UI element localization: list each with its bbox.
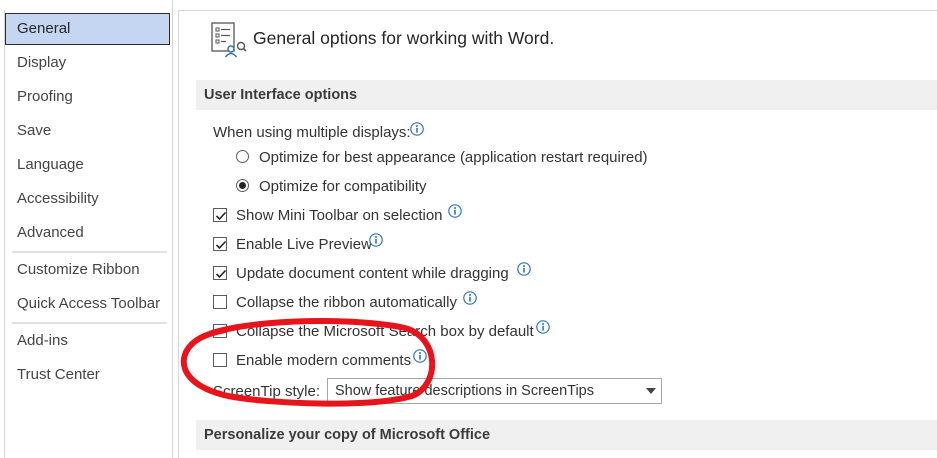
sidebar-item-trust-center[interactable]: Trust Center — [5, 359, 170, 391]
radio-compatibility-label: Optimize for compatibility — [259, 178, 427, 195]
info-icon[interactable] — [413, 349, 427, 363]
sidebar-item-save[interactable]: Save — [5, 115, 170, 147]
radio-compatibility[interactable] — [236, 179, 249, 192]
checkbox-mini-toolbar[interactable] — [213, 208, 227, 222]
checkbox-modern-comments-label: Enable modern comments — [236, 352, 412, 369]
sidebar-item-language[interactable]: Language — [5, 149, 170, 181]
main-panel-border — [178, 10, 937, 11]
sidebar-item-accessibility[interactable]: Accessibility — [5, 183, 170, 215]
checkbox-live-preview-label: Enable Live Preview — [236, 236, 372, 253]
info-icon[interactable] — [410, 122, 424, 136]
checkbox-collapse-ribbon-label: Collapse the ribbon automatically — [236, 294, 457, 311]
checkbox-collapse-search-label: Collapse the Microsoft Search box by def… — [236, 323, 534, 340]
section-header-ui-options: User Interface options — [196, 80, 937, 110]
radio-best-appearance-label: Optimize for best appearance (applicatio… — [259, 149, 648, 166]
checkbox-modern-comments[interactable] — [213, 353, 227, 367]
info-icon[interactable] — [448, 204, 462, 218]
checkmark-icon — [215, 269, 227, 279]
sidebar-divider — [12, 322, 167, 324]
sidebar-item-customize-ribbon[interactable]: Customize Ribbon — [5, 254, 170, 286]
page-title: General options for working with Word. — [253, 28, 555, 48]
radio-best-appearance[interactable] — [236, 150, 249, 163]
sidebar-item-quick-access-toolbar[interactable]: Quick Access Toolbar — [5, 288, 170, 320]
options-sidebar: General Display Proofing Save Language A… — [0, 0, 173, 458]
info-icon[interactable] — [369, 233, 383, 247]
sidebar-item-general[interactable]: General — [5, 13, 170, 45]
info-icon[interactable] — [536, 320, 550, 334]
info-icon[interactable] — [517, 262, 531, 276]
screentip-style-label: ScreenTip style: — [213, 383, 320, 400]
checkbox-collapse-search[interactable] — [213, 324, 227, 338]
screentip-style-value: Show feature descriptions in ScreenTips — [335, 383, 594, 399]
multiple-displays-label: When using multiple displays: — [213, 124, 411, 141]
checkbox-mini-toolbar-label: Show Mini Toolbar on selection — [236, 207, 443, 224]
checkbox-update-dragging-label: Update document content while dragging — [236, 265, 509, 282]
info-icon[interactable] — [463, 291, 477, 305]
checkbox-update-dragging[interactable] — [213, 266, 227, 280]
checkmark-icon — [215, 211, 227, 221]
checkbox-live-preview[interactable] — [213, 237, 227, 251]
section-header-personalize: Personalize your copy of Microsoft Offic… — [196, 420, 937, 450]
sidebar-item-advanced[interactable]: Advanced — [5, 217, 170, 249]
screentip-style-dropdown[interactable]: Show feature descriptions in ScreenTips — [327, 378, 662, 404]
chevron-down-icon — [646, 388, 656, 394]
checkmark-icon — [215, 240, 227, 250]
sidebar-divider — [12, 251, 167, 253]
sidebar-item-add-ins[interactable]: Add-ins — [5, 325, 170, 357]
sidebar-item-display[interactable]: Display — [5, 47, 170, 79]
main-panel-border — [178, 10, 179, 458]
sidebar-item-proofing[interactable]: Proofing — [5, 81, 170, 113]
general-options-icon — [209, 22, 247, 58]
checkbox-collapse-ribbon[interactable] — [213, 295, 227, 309]
